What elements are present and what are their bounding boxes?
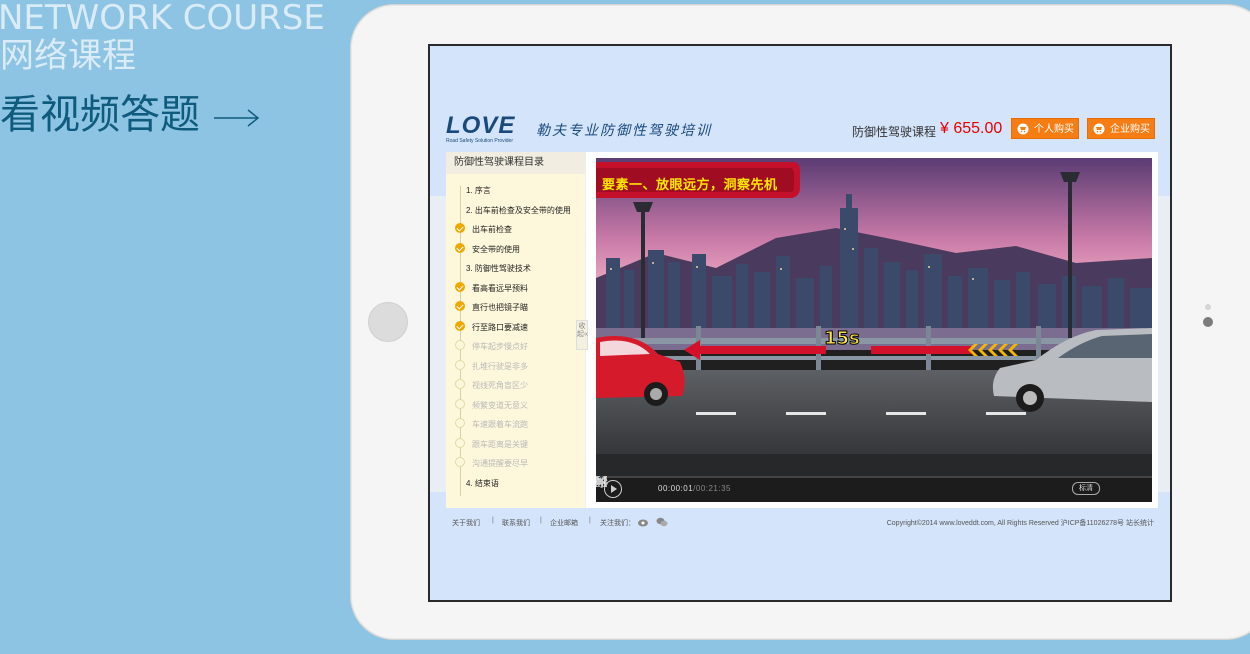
course-content: 防御性驾驶课程目录 1. 序言 2. 出车前检查及安全带的使用出车前检查安全带的使… [446, 152, 1158, 508]
pending-dot-icon [455, 437, 465, 448]
tablet-screen: LOVE Road Safety Solution Provider 勒夫专业防… [428, 44, 1172, 602]
toc-item-label: 1. 序言 [466, 186, 491, 195]
footer-separator: | [492, 517, 494, 524]
footer-link-about[interactable]: 关于我们 [452, 518, 480, 528]
toc-title: 防御性驾驶课程目录 [446, 152, 585, 174]
course-price: ¥ 655.00 [940, 120, 1003, 137]
fullscreen-icon[interactable] [596, 476, 607, 487]
toc-item-label: 行至路口要减速 [472, 322, 528, 332]
toc-item-label: 3. 防御性驾驶技术 [466, 264, 531, 273]
tablet-camera [1203, 317, 1213, 327]
promo-title-cn: 网络课程 [0, 36, 136, 76]
buy-personal-label: 个人购买 [1034, 124, 1074, 135]
check-icon [455, 320, 465, 331]
video-frame [596, 158, 1152, 476]
pending-dot-icon [455, 359, 465, 370]
cart-icon [1017, 123, 1029, 135]
logo-text: LOVE [446, 112, 516, 139]
tablet-sensor [1205, 304, 1211, 310]
site-logo[interactable]: LOVE Road Safety Solution Provider [446, 114, 536, 146]
site-footer: 关于我们 | 联系我们 | 企业邮箱 | 关注我们： Copyright©201… [452, 517, 1162, 532]
wechat-icon[interactable] [656, 517, 668, 527]
quality-button[interactable]: 标清 [1072, 482, 1100, 495]
toc-item-label: 沟通提醒要尽早 [472, 459, 528, 468]
check-icon [455, 242, 465, 253]
toc-item-label: 出车前检查 [472, 225, 512, 234]
toc-item-label: 车速跟着车流跑 [472, 420, 528, 429]
buy-company-label: 企业购买 [1110, 124, 1150, 135]
promo-cta-link[interactable]: 看视频答题 [0, 92, 260, 138]
pending-dot-icon [455, 398, 465, 409]
video-countdown: 15s [824, 328, 861, 350]
course-name: 防御性驾驶课程 [852, 125, 937, 139]
course-toc: 防御性驾驶课程目录 1. 序言 2. 出车前检查及安全带的使用出车前检查安全带的使… [446, 152, 588, 508]
pending-dot-icon [455, 418, 465, 428]
buy-personal-button[interactable]: 个人购买 [1011, 118, 1079, 139]
arrow-right-icon [214, 92, 260, 138]
current-time: 00:00:01 [658, 484, 694, 493]
weibo-icon[interactable] [638, 517, 650, 527]
video-caption: 要素一、放眼远方，洞察先机 [602, 178, 778, 193]
toc-item-label: 看高看远早预料 [472, 283, 528, 293]
buy-company-button[interactable]: 企业购买 [1087, 118, 1155, 139]
pending-dot-icon [455, 340, 465, 350]
footer-copyright: Copyright©2014 www.loveddt.com, All Righ… [886, 520, 1154, 527]
footer-link-email[interactable]: 企业邮箱 [550, 518, 578, 528]
footer-separator: | [540, 517, 542, 524]
promo-cta-label: 看视频答题 [0, 92, 200, 138]
site-slogan: 勒夫专业防御性驾驶培训 [536, 123, 712, 139]
video-time: 00:00:01/00:21:35 [658, 484, 731, 493]
toc-collapse-button[interactable]: 收起« [576, 320, 588, 350]
toc-item-label: 直行也把镜子瞄 [472, 303, 528, 312]
site-header: LOVE Road Safety Solution Provider 勒夫专业防… [446, 114, 1158, 146]
pending-dot-icon [455, 379, 465, 389]
check-icon [455, 281, 465, 292]
toc-item-label: 视线死角盲区少 [472, 381, 528, 390]
logo-subtitle: Road Safety Solution Provider [446, 138, 513, 144]
check-icon [455, 301, 465, 311]
toc-item-label: 2. 出车前检查及安全带的使用 [466, 205, 571, 215]
toc-item-label: 安全带的使用 [472, 244, 520, 254]
total-time: /00:21:35 [693, 484, 732, 493]
video-player[interactable]: 要素一、放眼远方，洞察先机 15s 00:00:01/00:21:35 标清 [596, 158, 1152, 502]
check-icon [455, 223, 465, 233]
toc-item-label: 跟车距离是关键 [472, 439, 528, 449]
footer-separator: | [589, 517, 591, 524]
video-controls: 00:00:01/00:21:35 标清 [596, 476, 1152, 502]
toc-item-label: 4. 结束语 [466, 478, 499, 488]
video-progress-bar[interactable] [596, 476, 1152, 478]
promo-title-en: NETWORK COURSE [0, 0, 325, 38]
pending-dot-icon [455, 457, 465, 467]
footer-link-contact[interactable]: 联系我们 [502, 518, 530, 528]
footer-label-follow: 关注我们： [600, 520, 635, 527]
toc-item-label: 扎堆行驶是非多 [472, 361, 528, 371]
toc-item-label: 频繁变道无意义 [472, 400, 528, 410]
toc-item-label: 停车起步慢点好 [472, 342, 528, 351]
cart-icon [1093, 123, 1105, 135]
tablet-home-button [368, 302, 408, 342]
